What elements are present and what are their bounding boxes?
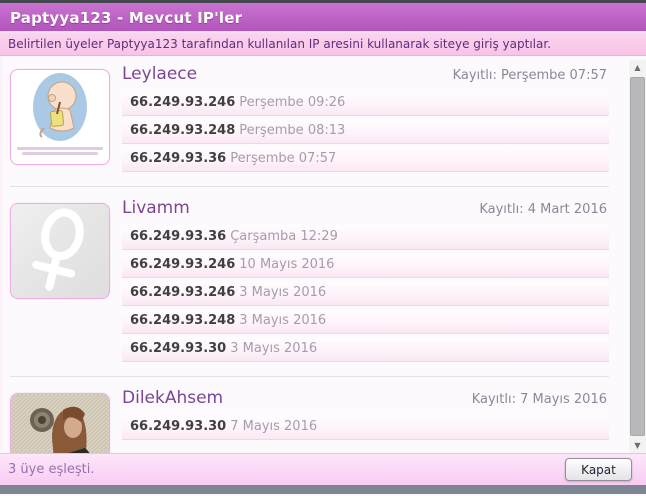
ip-address: 66.249.93.246 [130, 285, 236, 300]
registered-date: Kayıtlı: 7 Mayıs 2016 [471, 392, 607, 407]
description-bar: Belirtilen üyeler Paptyya123 tarafından … [0, 33, 646, 56]
avatar[interactable] [10, 69, 110, 165]
ip-lookup-dialog: Paptyya123 - Mevcut IP'ler Belirtilen üy… [0, 0, 646, 496]
dialog-title: Paptyya123 - Mevcut IP'ler [10, 9, 243, 27]
ip-address: 66.249.93.36 [130, 229, 227, 244]
ip-address: 66.249.93.30 [130, 341, 227, 356]
ip-row: 66.249.93.246 3 Mayıs 2016 [122, 281, 609, 306]
baby-cartoon-avatar-image [33, 73, 87, 141]
ip-date: Perşembe 09:26 [239, 95, 346, 110]
ip-address: 66.249.93.36 [130, 151, 227, 166]
avatar-column [10, 62, 122, 165]
ip-address: 66.249.93.248 [130, 313, 236, 328]
ip-row: 66.249.93.246 10 Mayıs 2016 [122, 253, 609, 278]
vertical-scrollbar[interactable]: ▲ ▼ [629, 60, 646, 453]
dialog-titlebar: Paptyya123 - Mevcut IP'ler [0, 3, 646, 33]
user-section: Livamm Kayıtlı: 4 Mart 2016 66.249.93.36 Ça… [10, 186, 609, 365]
avatar-caption-text [15, 145, 105, 157]
ip-address: 66.249.93.246 [130, 95, 236, 110]
user-info-column: DilekAhsem Kayıtlı: 7 Mayıs 2016 66.249.93… [122, 386, 609, 443]
username-link[interactable]: Leylaece [122, 64, 197, 84]
user-info-column: Leylaece Kayıtlı: Perşembe 07:57 66.249.93… [122, 62, 609, 175]
avatar-column [10, 196, 122, 299]
user-section: Leylaece Kayıtlı: Perşembe 07:57 66.249.93… [10, 62, 609, 175]
scroll-down-icon[interactable]: ▼ [629, 438, 646, 453]
ip-row: 66.249.93.248 Perşembe 08:13 [122, 119, 609, 144]
ip-address: 66.249.93.246 [130, 257, 236, 272]
ip-row: 66.249.93.36 Çarşamba 12:29 [122, 225, 609, 250]
ip-date: Perşembe 07:57 [230, 151, 337, 166]
user-section: DilekAhsem Kayıtlı: 7 Mayıs 2016 66.249.93… [10, 376, 609, 453]
ip-date: 7 Mayıs 2016 [230, 419, 318, 434]
ip-date: Çarşamba 12:29 [230, 229, 338, 244]
avatar[interactable] [10, 393, 110, 453]
ip-date: 3 Mayıs 2016 [239, 285, 327, 300]
close-button[interactable]: Kapat [565, 458, 632, 481]
username-link[interactable]: Livamm [122, 198, 190, 218]
ip-row: 66.249.93.36 Perşembe 07:57 [122, 147, 609, 172]
scroll-up-icon[interactable]: ▲ [629, 60, 646, 75]
ip-date: 3 Mayıs 2016 [230, 341, 318, 356]
woman-portrait-avatar-image [11, 394, 109, 453]
ip-address: 66.249.93.30 [130, 419, 227, 434]
results-panel: Leylaece Kayıtlı: Perşembe 07:57 66.249.93… [0, 56, 646, 453]
ip-date: Perşembe 08:13 [239, 123, 346, 138]
ip-row: 66.249.93.30 3 Mayıs 2016 [122, 337, 609, 362]
user-header-row: Livamm Kayıtlı: 4 Mart 2016 [122, 198, 609, 218]
ip-address: 66.249.93.248 [130, 123, 236, 138]
user-info-column: Livamm Kayıtlı: 4 Mart 2016 66.249.93.36 Ça… [122, 196, 609, 365]
user-header-row: Leylaece Kayıtlı: Perşembe 07:57 [122, 64, 609, 84]
ip-date: 10 Mayıs 2016 [239, 257, 335, 272]
user-list: Leylaece Kayıtlı: Perşembe 07:57 66.249.93… [3, 56, 629, 453]
scrollbar-thumb[interactable] [630, 77, 645, 436]
ip-date: 3 Mayıs 2016 [239, 313, 327, 328]
registered-date: Kayıtlı: 4 Mart 2016 [479, 202, 607, 217]
match-count-status: 3 üye eşleşti. [8, 462, 95, 477]
ip-row: 66.249.93.248 3 Mayıs 2016 [122, 309, 609, 334]
description-text: Belirtilen üyeler Paptyya123 tarafından … [8, 37, 552, 51]
page-background-strip [0, 485, 646, 494]
username-link[interactable]: DilekAhsem [122, 388, 223, 408]
user-header-row: DilekAhsem Kayıtlı: 7 Mayıs 2016 [122, 388, 609, 408]
avatar[interactable] [10, 203, 110, 299]
dialog-footer: 3 üye eşleşti. Kapat [0, 453, 646, 485]
ip-row: 66.249.93.30 7 Mayıs 2016 [122, 415, 609, 440]
female-symbol-icon [32, 208, 84, 291]
avatar-column [10, 386, 122, 453]
registered-date: Kayıtlı: Perşembe 07:57 [452, 68, 607, 83]
ip-row: 66.249.93.246 Perşembe 09:26 [122, 91, 609, 116]
